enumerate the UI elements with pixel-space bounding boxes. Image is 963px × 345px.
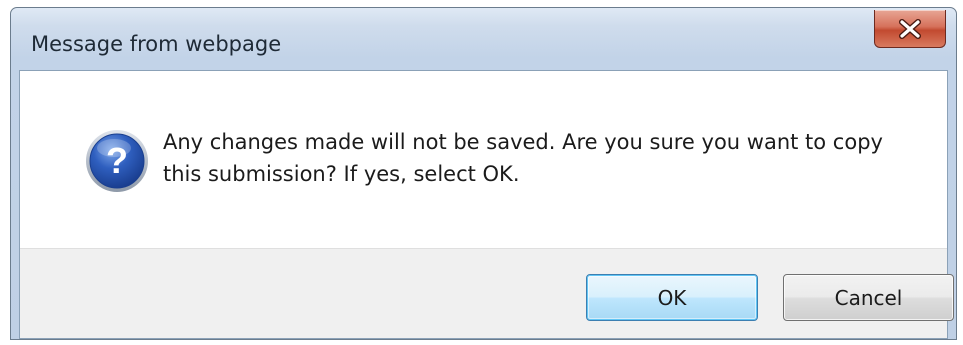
dialog-message: Any changes made will not be saved. Are …: [163, 130, 883, 186]
message-dialog: Message from webpage ? Any changes made …: [10, 7, 957, 340]
close-button[interactable]: [874, 10, 946, 48]
dialog-title: Message from webpage: [31, 32, 282, 56]
close-icon: [899, 18, 921, 39]
ok-button[interactable]: OK: [586, 274, 758, 321]
cancel-button[interactable]: Cancel: [783, 274, 954, 321]
message-area: ? Any changes made will not be saved. Ar…: [20, 71, 947, 248]
button-bar: OK Cancel: [20, 248, 954, 338]
dialog-body: ? Any changes made will not be saved. Ar…: [19, 70, 954, 339]
svg-text:?: ?: [106, 140, 128, 181]
title-bar[interactable]: Message from webpage: [11, 8, 956, 70]
question-icon: ?: [86, 130, 148, 192]
